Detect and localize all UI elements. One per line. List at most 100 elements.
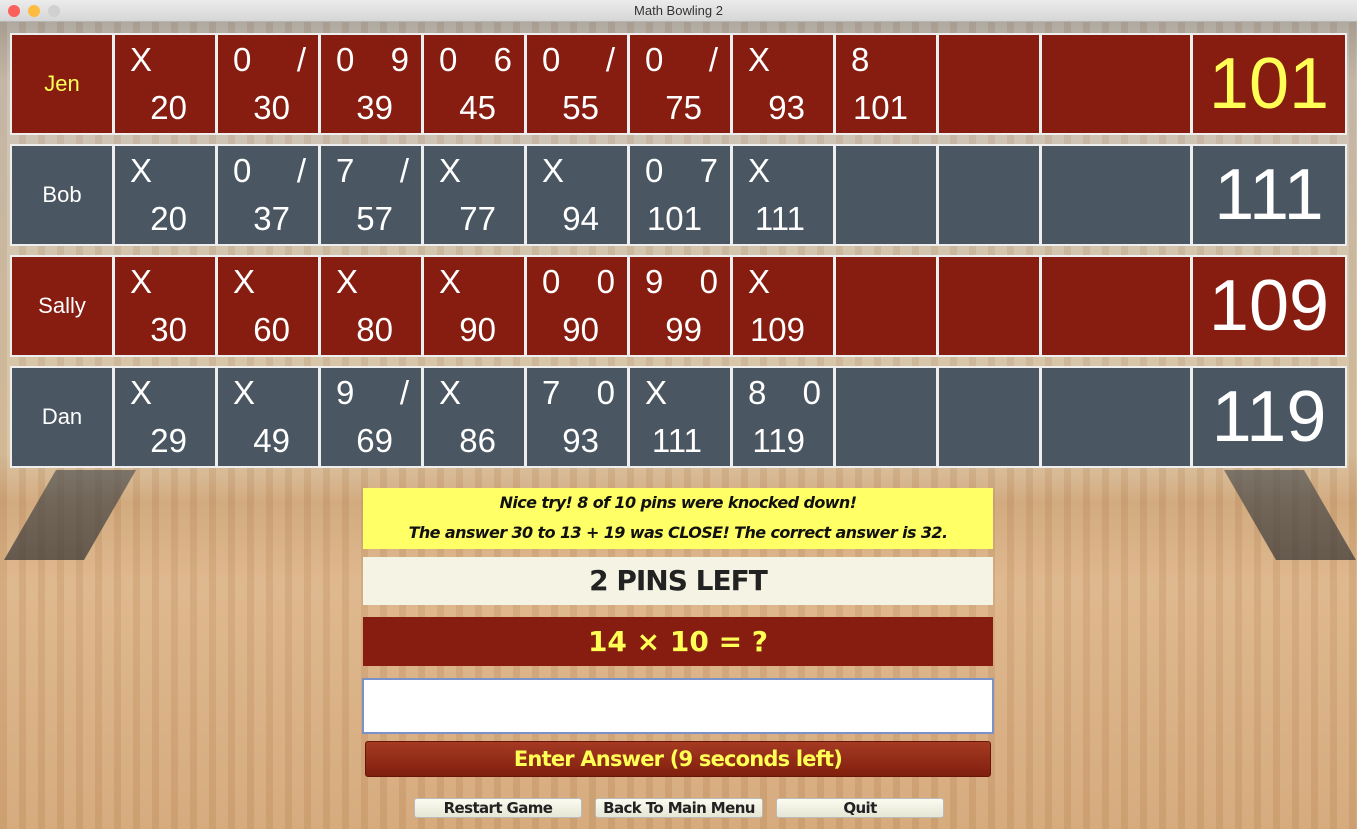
- ball-1: X: [233, 374, 256, 411]
- ball-1: 0: [542, 263, 561, 300]
- ball-1: 0: [233, 152, 252, 189]
- frame-9: [939, 35, 1039, 133]
- title-bar: Math Bowling 2: [0, 0, 1357, 22]
- frame-score: 39: [356, 89, 393, 126]
- frame-score: 111: [754, 200, 805, 237]
- frame-3: 0 9 39: [321, 35, 421, 133]
- quit-button[interactable]: Quit: [776, 798, 944, 818]
- frame-6: 0 7 101: [630, 146, 730, 244]
- frame-6: 0 / 75: [630, 35, 730, 133]
- frame-9: [939, 368, 1039, 466]
- total-score: 111: [1193, 146, 1345, 244]
- ball-2: 7: [699, 152, 718, 189]
- frame-8: [836, 146, 936, 244]
- frame-score: 20: [150, 200, 187, 237]
- ball-1: 0: [645, 41, 664, 78]
- minimize-window-button[interactable]: [28, 5, 40, 17]
- frame-score: 49: [253, 422, 290, 459]
- ball-2: /: [605, 41, 615, 78]
- ball-1: X: [542, 152, 565, 189]
- feedback-line-2: The answer 30 to 13 + 19 was CLOSE! The …: [408, 523, 948, 542]
- frame-3: X 80: [321, 257, 421, 355]
- player-name: Bob: [12, 146, 112, 244]
- ball-2: /: [399, 374, 409, 411]
- frame-score: 93: [562, 422, 599, 459]
- frame-7: 8 0 119: [733, 368, 833, 466]
- frame-score: 55: [562, 89, 599, 126]
- ball-1: X: [748, 41, 771, 78]
- ball-1: 9: [336, 374, 355, 411]
- frame-score: 75: [665, 89, 702, 126]
- question-label: 14 × 10 = ?: [363, 617, 993, 666]
- frame-4: 0 6 45: [424, 35, 524, 133]
- restart-game-button[interactable]: Restart Game: [414, 798, 582, 818]
- frame-2: X 49: [218, 368, 318, 466]
- frame-score: 77: [459, 200, 496, 237]
- total-score: 119: [1193, 368, 1345, 466]
- frame-10: [1042, 35, 1190, 133]
- ball-1: 9: [645, 263, 664, 300]
- zoom-window-button[interactable]: [48, 5, 60, 17]
- total-score: 101: [1193, 35, 1345, 133]
- frame-2: 0 / 37: [218, 146, 318, 244]
- ball-1: X: [439, 152, 462, 189]
- frame-3: 9 / 69: [321, 368, 421, 466]
- ball-1: 8: [748, 374, 767, 411]
- frame-score: 60: [253, 311, 290, 348]
- close-window-button[interactable]: [8, 5, 20, 17]
- ball-1: X: [233, 263, 256, 300]
- frame-score: 30: [253, 89, 290, 126]
- ball-1: X: [336, 263, 359, 300]
- frame-score: 57: [356, 200, 393, 237]
- frame-6: 9 0 99: [630, 257, 730, 355]
- frame-score: 93: [768, 89, 805, 126]
- ball-2: /: [296, 41, 306, 78]
- frame-score: 94: [562, 200, 599, 237]
- window-title: Math Bowling 2: [634, 3, 723, 18]
- frame-score: 86: [459, 422, 496, 459]
- total-score: 109: [1193, 257, 1345, 355]
- frame-score: 101: [852, 89, 908, 126]
- frame-3: 7 / 57: [321, 146, 421, 244]
- frame-score: 20: [150, 89, 187, 126]
- ball-1: X: [748, 152, 771, 189]
- ball-2: 0: [802, 374, 821, 411]
- frame-7: X 111: [733, 146, 833, 244]
- frame-4: X 90: [424, 257, 524, 355]
- frame-score: 80: [356, 311, 393, 348]
- pins-left-label: 2 PINS LEFT: [363, 557, 993, 605]
- player-row: Jen X 20 0 / 30 0 9 39 0 6 45 0 / 55 0 /…: [10, 33, 1347, 135]
- ball-2: 9: [390, 41, 409, 78]
- frame-score: 30: [150, 311, 187, 348]
- frame-5: 0 / 55: [527, 35, 627, 133]
- frame-score: 90: [562, 311, 599, 348]
- back-to-main-menu-button[interactable]: Back To Main Menu: [595, 798, 763, 818]
- ball-1: 0: [645, 152, 664, 189]
- frame-score: 111: [651, 422, 702, 459]
- frame-8: 8 101: [836, 35, 936, 133]
- ball-1: 7: [542, 374, 561, 411]
- ball-1: 0: [439, 41, 458, 78]
- frame-score: 29: [150, 422, 187, 459]
- frame-4: X 86: [424, 368, 524, 466]
- frame-5: 7 0 93: [527, 368, 627, 466]
- ball-2: 6: [493, 41, 512, 78]
- frame-1: X 30: [115, 257, 215, 355]
- ball-1: 0: [336, 41, 355, 78]
- frame-5: 0 0 90: [527, 257, 627, 355]
- frame-2: 0 / 30: [218, 35, 318, 133]
- ball-1: 7: [336, 152, 355, 189]
- frame-score: 90: [459, 311, 496, 348]
- frame-1: X 20: [115, 146, 215, 244]
- player-name: Jen: [12, 35, 112, 133]
- frame-score: 109: [749, 311, 805, 348]
- feedback-message: Nice try! 8 of 10 pins were knocked down…: [363, 488, 993, 549]
- answer-input[interactable]: [362, 678, 994, 734]
- frame-10: [1042, 368, 1190, 466]
- player-name: Dan: [12, 368, 112, 466]
- ball-1: X: [748, 263, 771, 300]
- frame-5: X 94: [527, 146, 627, 244]
- ball-1: X: [439, 374, 462, 411]
- enter-answer-button[interactable]: Enter Answer (9 seconds left): [365, 741, 991, 777]
- ball-1: 0: [233, 41, 252, 78]
